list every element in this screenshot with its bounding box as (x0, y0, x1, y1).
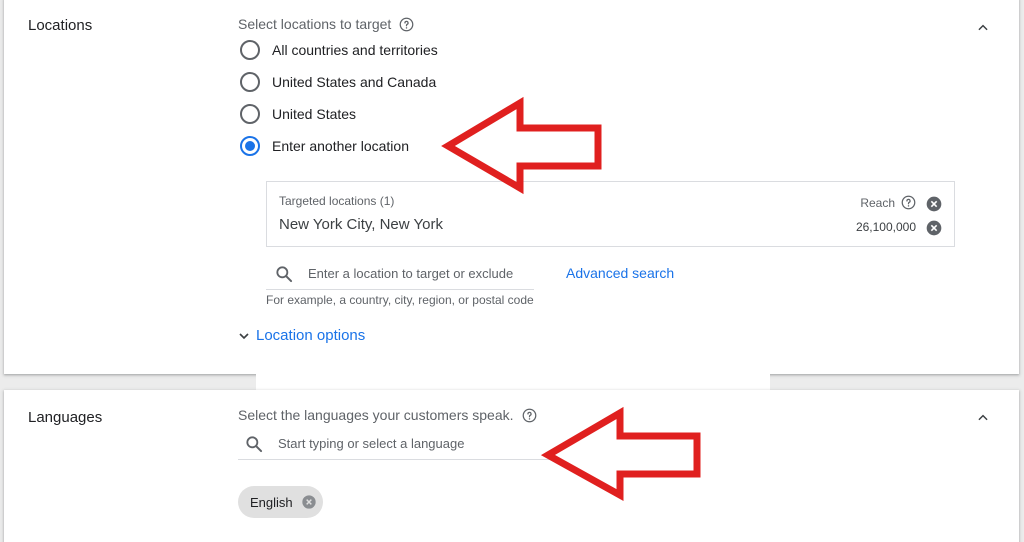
chevron-up-icon (978, 414, 988, 421)
language-chip-label: English (250, 494, 293, 510)
radio-another-location[interactable]: Enter another location (240, 136, 409, 156)
help-icon[interactable] (901, 195, 916, 210)
collapse-languages-button[interactable] (971, 406, 995, 430)
languages-card: Languages Select the languages your cust… (4, 390, 1019, 542)
languages-prompt: Select the languages your customers spea… (238, 407, 537, 423)
radio-button[interactable] (240, 104, 260, 124)
locations-prompt: Select locations to target (238, 16, 414, 32)
card-connector (256, 374, 770, 390)
location-search-hint: For example, a country, city, region, or… (266, 293, 534, 307)
chevron-up-icon (978, 24, 988, 31)
languages-prompt-text: Select the languages your customers spea… (238, 407, 514, 423)
collapse-locations-button[interactable] (971, 16, 995, 40)
radio-label: United States and Canada (272, 74, 437, 90)
radio-label: All countries and territories (272, 42, 438, 58)
search-icon (276, 265, 293, 282)
location-options-toggle[interactable]: Location options (236, 327, 365, 344)
targeted-location-value: New York City, New York (279, 216, 443, 233)
location-options-label: Location options (256, 327, 366, 344)
location-search-input[interactable] (308, 266, 528, 281)
radio-button-checked[interactable] (240, 136, 260, 156)
radio-button[interactable] (240, 40, 260, 60)
help-icon[interactable] (399, 17, 414, 32)
targeted-locations-panel: Targeted locations (1) New York City, Ne… (266, 181, 955, 247)
advanced-search-link[interactable]: Advanced search (566, 265, 674, 281)
locations-prompt-text: Select locations to target (238, 16, 392, 32)
radio-all-countries[interactable]: All countries and territories (240, 40, 438, 60)
radio-label: Enter another location (272, 138, 409, 154)
reach-value: 26,100,000 (855, 220, 916, 234)
targeted-locations-label: Targeted locations (1) (279, 194, 395, 208)
reach-label-text: Reach (860, 195, 895, 210)
radio-label: United States (272, 106, 357, 122)
reach-label: Reach (860, 195, 916, 210)
language-chip[interactable]: English (238, 486, 323, 518)
cancel-icon[interactable] (926, 220, 942, 236)
radio-button[interactable] (240, 72, 260, 92)
cancel-icon[interactable] (926, 196, 942, 212)
chevron-down-icon (239, 332, 249, 339)
help-icon[interactable] (522, 408, 537, 423)
language-search[interactable] (238, 428, 550, 460)
radio-united-states[interactable]: United States (240, 104, 356, 124)
locations-title: Locations (28, 17, 93, 34)
languages-title: Languages (28, 409, 103, 426)
search-icon (246, 435, 263, 452)
locations-card: Locations Select locations to target All… (4, 0, 1019, 374)
location-search[interactable] (266, 258, 534, 290)
remove-chip-icon[interactable] (301, 494, 317, 510)
radio-us-canada[interactable]: United States and Canada (240, 72, 436, 92)
language-search-input[interactable] (278, 436, 538, 451)
